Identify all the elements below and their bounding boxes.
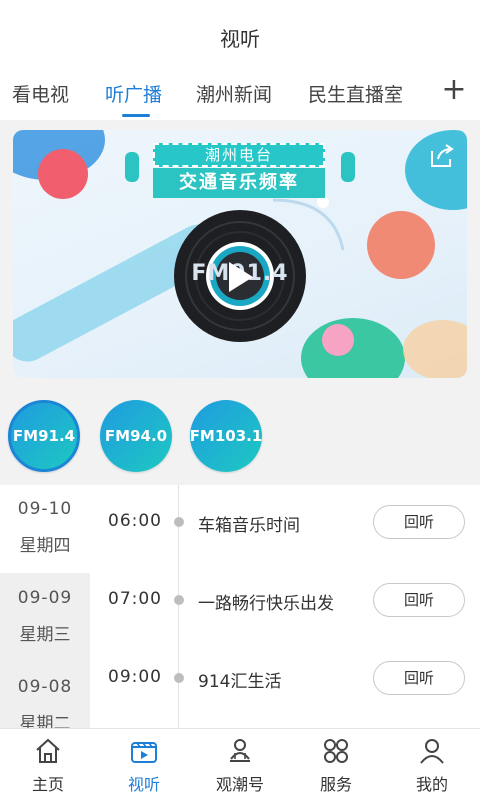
program-row: 06:00 车箱音乐时间 回听 [90, 485, 480, 563]
video-icon [131, 742, 157, 763]
nav-services[interactable]: 服务 [288, 729, 384, 800]
program-name: 一路畅行快乐出发 [198, 594, 334, 614]
timeline-dot [174, 517, 184, 527]
tab-chaozhou-news[interactable]: 潮州新闻 [196, 80, 272, 107]
program-time: 07:00 [108, 589, 162, 609]
share-icon[interactable] [428, 143, 456, 169]
tab-radio[interactable]: 听广播 [105, 80, 162, 107]
nav-media[interactable]: 视听 [96, 729, 192, 800]
replay-button[interactable]: 回听 [373, 505, 465, 539]
replay-button[interactable]: 回听 [373, 583, 465, 617]
tab-tv[interactable]: 看电视 [12, 80, 69, 107]
weekday-label: 星期四 [19, 536, 71, 556]
program-name: 车箱音乐时间 [198, 516, 300, 536]
timeline-dot [174, 673, 184, 683]
active-tab-indicator [122, 114, 150, 117]
plus-icon[interactable]: + [440, 75, 468, 108]
replay-button[interactable]: 回听 [373, 661, 465, 695]
weekday-label: 星期三 [19, 625, 71, 645]
timeline-dot [174, 595, 184, 605]
frequency-button-fm91-4[interactable]: FM91.4 [8, 400, 80, 472]
weekday-label: 星期二 [19, 714, 71, 730]
nav-label: 视听 [127, 775, 160, 794]
nav-label: 观潮号 [215, 775, 264, 794]
play-icon[interactable] [225, 260, 255, 294]
frequency-button-fm94-0[interactable]: FM94.0 [100, 400, 172, 472]
category-tabs: 看电视 听广播 潮州新闻 民生直播室 + [0, 72, 480, 120]
program-name: 914汇生活 [198, 672, 282, 692]
date-label: 09-08 [17, 677, 73, 697]
nav-label: 服务 [319, 775, 352, 794]
program-time: 09:00 [108, 667, 162, 687]
nav-guanchao[interactable]: 观潮号 [192, 729, 288, 800]
bottom-navigation: 主页 视听 观潮号 服务 我的 [0, 728, 480, 800]
radio-banner[interactable]: 潮州电台 交通音乐频率 FM91.4 [13, 130, 467, 378]
program-time: 06:00 [108, 511, 162, 531]
date-label: 09-09 [17, 588, 73, 608]
nav-label: 主页 [31, 775, 64, 794]
frequency-selector: FM91.4 FM94.0 FM103.1 [0, 400, 480, 472]
date-label: 09-10 [17, 499, 73, 519]
services-grid-icon [324, 739, 348, 763]
profile-badge-icon [230, 739, 250, 762]
nav-label: 我的 [415, 775, 448, 794]
date-list: 09-10 星期四 09-09 星期三 09-08 星期二 [0, 485, 90, 730]
station-title: 交通音乐频率 [153, 168, 325, 198]
user-icon [420, 739, 444, 764]
date-item[interactable]: 09-08 星期二 [0, 663, 90, 730]
program-row: 07:00 一路畅行快乐出发 回听 [90, 563, 480, 641]
program-schedule: 09-10 星期四 09-09 星期三 09-08 星期二 06:00 车箱音乐… [0, 485, 480, 730]
date-item[interactable]: 09-10 星期四 [0, 485, 90, 573]
station-badge: 潮州电台 [153, 143, 325, 167]
nav-mine[interactable]: 我的 [384, 729, 480, 800]
tab-livelihood-live[interactable]: 民生直播室 [308, 80, 403, 107]
home-icon [36, 738, 60, 763]
top-bar: 视听 [0, 0, 480, 72]
program-row: 09:00 914汇生活 回听 [90, 641, 480, 719]
nav-home[interactable]: 主页 [0, 729, 96, 800]
page-title: 视听 [220, 26, 260, 51]
frequency-button-fm103-1[interactable]: FM103.1 [190, 400, 262, 472]
date-item[interactable]: 09-09 星期三 [0, 574, 90, 662]
